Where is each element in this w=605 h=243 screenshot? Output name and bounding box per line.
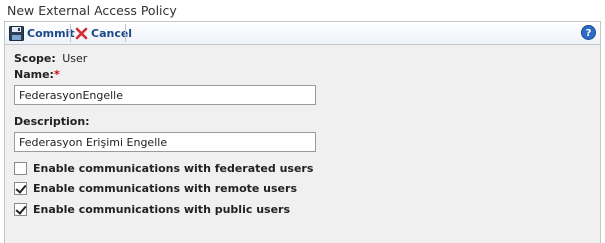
cancel-x-icon	[75, 27, 88, 40]
description-field[interactable]	[14, 132, 316, 152]
federated-users-label: Enable communications with federated use…	[33, 162, 314, 175]
federated-users-checkbox[interactable]	[14, 162, 27, 175]
commit-label: Commit	[27, 26, 75, 40]
remote-users-option[interactable]: Enable communications with remote users	[14, 182, 297, 195]
toolbar-separator	[70, 24, 71, 42]
commit-button[interactable]: Commit	[9, 22, 75, 44]
save-icon	[9, 25, 24, 41]
public-users-option[interactable]: Enable communications with public users	[14, 203, 290, 216]
required-marker: *	[53, 68, 60, 81]
public-users-checkbox[interactable]	[14, 203, 27, 216]
description-label: Description:	[14, 115, 90, 128]
cancel-button[interactable]: Cancel	[75, 22, 132, 44]
toolbar-separator	[125, 24, 126, 42]
policy-panel: Commit Cancel ? Scope: User Name:* Descr…	[4, 21, 601, 243]
toolbar: Commit Cancel ?	[5, 22, 600, 45]
name-label: Name:*	[14, 68, 60, 81]
scope-label: Scope:	[14, 52, 56, 65]
remote-users-label: Enable communications with remote users	[33, 182, 297, 195]
name-field[interactable]	[14, 85, 316, 105]
remote-users-checkbox[interactable]	[14, 182, 27, 195]
scope-value: User	[62, 52, 88, 65]
help-icon[interactable]: ?	[581, 25, 596, 40]
public-users-label: Enable communications with public users	[33, 203, 291, 216]
federated-users-option[interactable]: Enable communications with federated use…	[14, 162, 313, 175]
page-title: New External Access Policy	[7, 3, 177, 18]
name-label-text: Name:	[14, 68, 54, 81]
